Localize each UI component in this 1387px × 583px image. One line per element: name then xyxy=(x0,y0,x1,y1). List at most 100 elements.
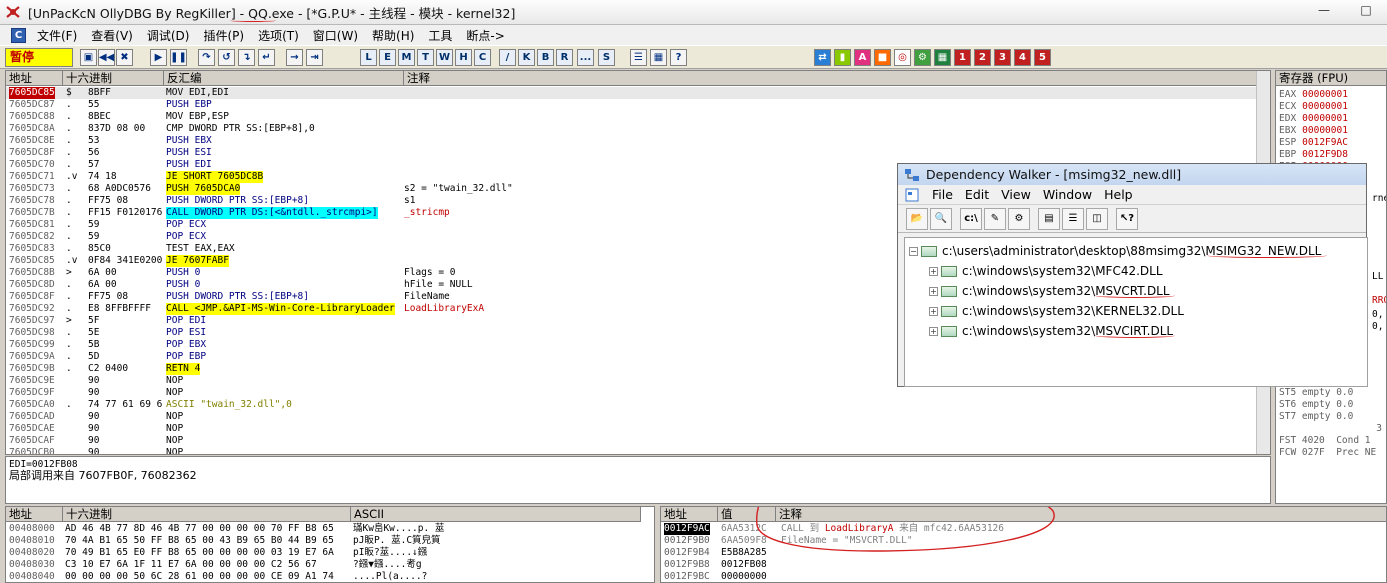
col-header-comment[interactable]: 注释 xyxy=(404,71,1258,86)
toolbar-handles-button[interactable]: H xyxy=(455,49,472,66)
step-into-icon[interactable]: ↷ xyxy=(198,49,215,66)
toolbar-memory-button[interactable]: M xyxy=(398,49,415,66)
close-icon[interactable]: ✖ xyxy=(116,49,133,66)
bookmark-4-button[interactable]: 4 xyxy=(1014,49,1031,66)
dump-header-ascii[interactable]: ASCII xyxy=(351,507,641,522)
disasm-row[interactable]: 7605DC9F 90 NOP xyxy=(6,387,1256,399)
run-icon[interactable]: ▶ xyxy=(150,49,167,66)
expand-icon[interactable]: + xyxy=(929,326,938,336)
dump-row[interactable]: 00408010 70 4A B1 65 50 FF B8 65 00 43 B9… xyxy=(9,535,441,547)
disasm-row[interactable]: 7605DCAD 90 NOP xyxy=(6,411,1256,423)
step-over-icon[interactable]: ↺ xyxy=(218,49,235,66)
toolbar-breakpoints-button[interactable]: B xyxy=(537,49,554,66)
stack-pane[interactable]: 地址 值 注释 0012F9AC 6AA5312C CALL 到 LoadLibra… xyxy=(660,506,1387,583)
dw-menu-edit[interactable]: Edit xyxy=(959,187,995,202)
maximize-button[interactable]: □ xyxy=(1345,0,1387,20)
disasm-row[interactable]: 7605DC8A. 837D 08 00 CMP DWORD PTR SS:[EBP… xyxy=(6,123,1256,135)
goto-icon[interactable]: ⇥ xyxy=(306,49,323,66)
dw-menu-file[interactable]: File xyxy=(926,187,959,202)
trace-into-icon[interactable]: ↴ xyxy=(238,49,255,66)
menu-options[interactable]: 选项(T) xyxy=(251,27,306,44)
plugin-a-icon[interactable]: A xyxy=(854,49,871,66)
stack-header-address[interactable]: 地址 xyxy=(661,507,718,522)
col-header-hex[interactable]: 十六进制 xyxy=(63,71,164,86)
col-header-disassembly[interactable]: 反汇编 xyxy=(164,71,404,86)
menu-help[interactable]: 帮助(H) xyxy=(365,27,421,44)
tree-child-node[interactable]: + c:\windows\system32\KERNEL32.DLL xyxy=(929,302,1184,320)
disasm-row[interactable]: 7605DC8F. 56 PUSH ESI xyxy=(6,147,1256,159)
find-icon[interactable]: 🔍 xyxy=(930,207,952,230)
menu-tools[interactable]: 工具 xyxy=(421,27,459,44)
plugin-stop-icon[interactable]: ■ xyxy=(874,49,891,66)
toolbar-patches-button[interactable]: / xyxy=(499,49,516,66)
toolbar-callstack-button[interactable]: K xyxy=(518,49,535,66)
dump-row[interactable]: 00408030 C3 10 E7 6A 1F 11 E7 6A 00 00 00… xyxy=(9,559,422,571)
undecorate-icon[interactable]: ✎ xyxy=(984,207,1006,230)
cpu-window-icon[interactable]: C xyxy=(11,27,26,43)
execute-till-return-icon[interactable]: → xyxy=(286,49,303,66)
plugin-target-icon[interactable]: ◎ xyxy=(894,49,911,66)
toolbar-log-button[interactable]: L xyxy=(360,49,377,66)
menu-plugins[interactable]: 插件(P) xyxy=(196,27,251,44)
toolbar-runtrace-button[interactable]: ... xyxy=(577,49,594,66)
dump-header-hex[interactable]: 十六进制 xyxy=(63,507,351,522)
help-icon[interactable]: ? xyxy=(670,49,687,66)
register-row[interactable]: EBP 0012F9D8 xyxy=(1279,149,1348,161)
menu-view[interactable]: 查看(V) xyxy=(84,27,140,44)
disasm-row[interactable]: 7605DC87. 55 PUSH EBP xyxy=(6,99,1256,111)
open-icon[interactable]: ▣ xyxy=(80,49,97,66)
properties-icon[interactable]: ⚙ xyxy=(1008,207,1030,230)
options-icon[interactable]: ▦ xyxy=(650,49,667,66)
disasm-row[interactable]: 7605DCAE 90 NOP xyxy=(6,423,1256,435)
dw-menu-window[interactable]: Window xyxy=(1037,187,1098,202)
dw-menu-help[interactable]: Help xyxy=(1098,187,1139,202)
expand-icon[interactable]: + xyxy=(929,266,938,276)
register-row[interactable]: EBX 00000001 xyxy=(1279,125,1348,137)
expand-icon[interactable]: + xyxy=(929,306,938,316)
dump-row[interactable]: 00408040 00 00 00 00 50 6C 28 61 00 00 00… xyxy=(9,571,427,582)
list-icon[interactable]: ☰ xyxy=(630,49,647,66)
disasm-row[interactable]: 7605DCAF 90 NOP xyxy=(6,435,1256,447)
bookmark-1-button[interactable]: 1 xyxy=(954,49,971,66)
stack-row[interactable]: 0012F9BC 00000000 xyxy=(661,571,1386,582)
plugin-refresh-icon[interactable]: ⇄ xyxy=(814,49,831,66)
expand-icon[interactable]: + xyxy=(929,286,938,296)
full-paths-icon[interactable]: c:\ xyxy=(960,207,982,230)
plugin-bars-icon[interactable]: ▮ xyxy=(834,49,851,66)
tree-child-node[interactable]: + c:\windows\system32\MFC42.DLL xyxy=(929,262,1163,280)
menu-file[interactable]: 文件(F) xyxy=(30,27,84,44)
menu-debug[interactable]: 调试(D) xyxy=(140,27,197,44)
toolbar-windows-button[interactable]: W xyxy=(436,49,453,66)
col-header-address[interactable]: 地址 xyxy=(6,71,63,86)
disasm-row[interactable]: 7605DC85 $8BFF MOV EDI,EDI xyxy=(6,87,1256,99)
register-row[interactable]: ESP 0012F9AC xyxy=(1279,137,1348,149)
toolbar-threads-button[interactable]: T xyxy=(417,49,434,66)
restart-icon[interactable]: ◀◀ xyxy=(98,49,115,66)
stack-row[interactable]: 0012F9B8 0012FB08 xyxy=(661,559,1386,571)
context-help-icon[interactable]: ↖? xyxy=(1116,207,1138,230)
memory-dump-pane[interactable]: 地址 十六进制 ASCII 00408000 AD 46 4B 77 8D 46 … xyxy=(5,506,655,583)
register-row[interactable]: EDX 00000001 xyxy=(1279,113,1348,125)
toolbar-modules-button[interactable]: E xyxy=(379,49,396,66)
disasm-row[interactable]: 7605DC8E. 53 PUSH EBX xyxy=(6,135,1256,147)
list-view-icon[interactable]: ☰ xyxy=(1062,207,1084,230)
disasm-row[interactable]: 7605DCB0 90 NOP xyxy=(6,447,1256,454)
menu-window[interactable]: 窗口(W) xyxy=(306,27,365,44)
bookmark-5-button[interactable]: 5 xyxy=(1034,49,1051,66)
minimize-button[interactable]: — xyxy=(1303,0,1345,20)
pause-icon[interactable]: ❚❚ xyxy=(170,49,187,66)
register-row[interactable]: EAX 00000001 xyxy=(1279,89,1348,101)
dump-row[interactable]: 00408020 70 49 B1 65 E0 FF B8 65 00 00 00… xyxy=(9,547,427,559)
trace-over-icon[interactable]: ↵ xyxy=(258,49,275,66)
columns-icon[interactable]: ◫ xyxy=(1086,207,1108,230)
open-folder-icon[interactable]: 📂 xyxy=(906,207,928,230)
plugin-grid-icon[interactable]: ▦ xyxy=(934,49,951,66)
toolbar-references-button[interactable]: R xyxy=(556,49,573,66)
toolbar-cpu-button[interactable]: C xyxy=(474,49,491,66)
tree-view-icon[interactable]: ▤ xyxy=(1038,207,1060,230)
collapse-icon[interactable]: − xyxy=(909,246,918,256)
plugin-gear-icon[interactable]: ⚙ xyxy=(914,49,931,66)
bookmark-3-button[interactable]: 3 xyxy=(994,49,1011,66)
bookmark-2-button[interactable]: 2 xyxy=(974,49,991,66)
disasm-row[interactable]: 7605DCA0. 74 77 61 69 6 ASCII "twain_32.dl… xyxy=(6,399,1256,411)
